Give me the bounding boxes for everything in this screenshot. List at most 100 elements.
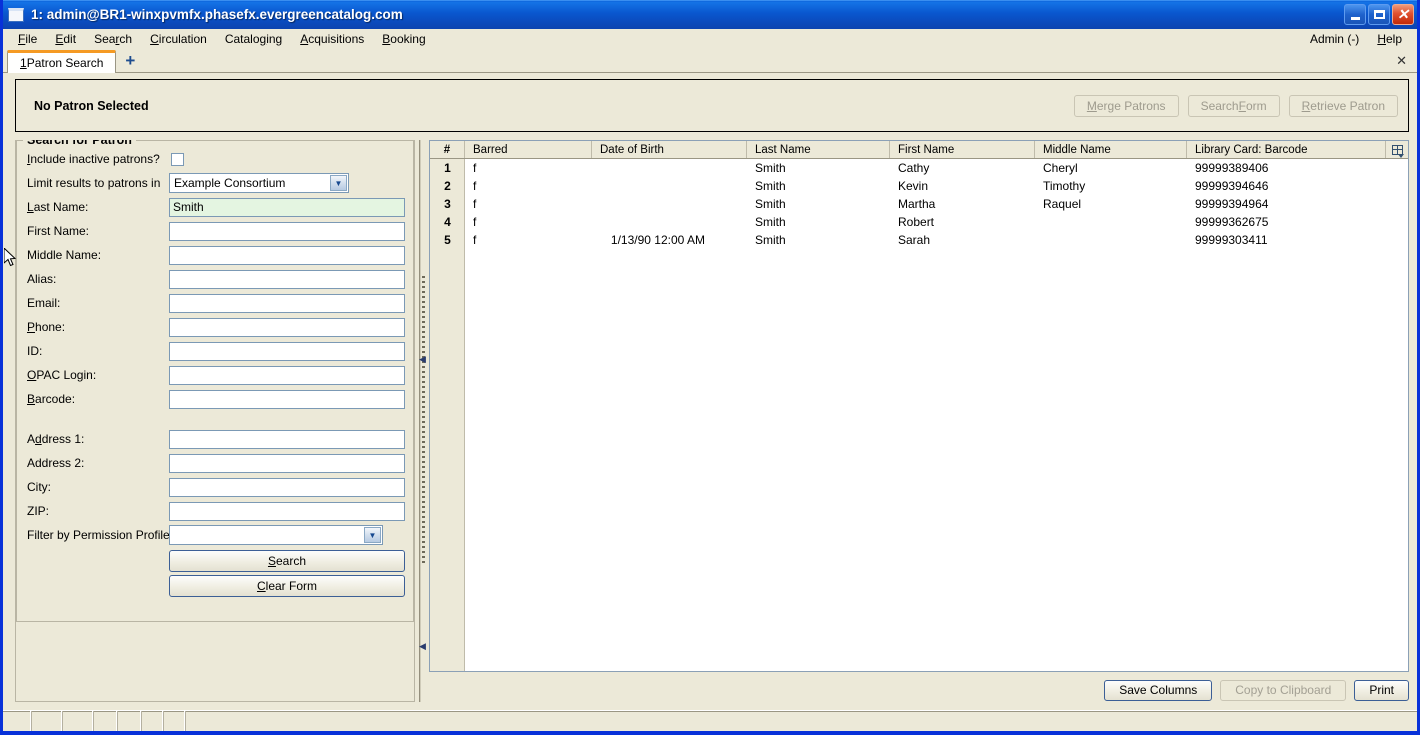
save-columns-button[interactable]: Save Columns [1104,679,1213,701]
first-name-input[interactable] [169,221,405,241]
page-content: No Patron Selected Merge Patrons Search … [3,73,1417,710]
menu-booking[interactable]: Booking [373,30,434,48]
address-1-label: Address 1: [27,432,85,446]
permission-profile-select[interactable]: ▼ [169,525,383,545]
status-segment [163,711,185,731]
caption-buttons: ✕ [1344,4,1414,25]
cell-middle-name: Cheryl [1043,161,1078,175]
table-row[interactable]: 5 f 1/13/90 12:00 AM Smith Sarah 9999930… [430,231,1408,249]
id-label: ID: [27,344,43,358]
results-grid-body: 1 f Smith Cathy Cheryl 99999389406 2 f S… [430,159,1408,671]
middle-name-input[interactable] [169,245,405,265]
clear-form-button[interactable]: Clear Form [169,575,405,597]
cell-number: 1 [444,161,451,175]
cell-number: 4 [444,215,451,229]
application-window: 1: admin@BR1-winxpvmfx.phasefx.evergreen… [0,0,1420,735]
new-tab-button[interactable]: + [116,52,144,69]
field-city: City: [27,475,405,499]
menu-cataloging[interactable]: Cataloging [216,30,291,48]
form-gap [27,411,405,427]
field-limit-results: Limit results to patrons in Example Cons… [27,171,405,195]
panel-splitter[interactable]: ◀ ◀ [415,140,429,702]
address-1-input[interactable] [169,429,405,449]
table-row[interactable]: 1 f Smith Cathy Cheryl 99999389406 [430,159,1408,177]
close-button[interactable]: ✕ [1392,4,1414,25]
opac-login-input[interactable] [169,365,405,385]
status-segment [141,711,163,731]
column-header-barred[interactable]: Barred [465,141,592,158]
cell-number: 2 [444,179,451,193]
menu-circulation[interactable]: Circulation [141,30,216,48]
column-header-date-of-birth[interactable]: Date of Birth [592,141,747,158]
tab-label: Patron Search [26,56,104,70]
status-bar [3,710,1417,731]
field-zip: ZIP: [27,499,405,523]
menu-search[interactable]: Search [85,30,141,48]
include-inactive-checkbox[interactable] [171,152,184,166]
zip-input[interactable] [169,501,405,521]
menu-help[interactable]: Help [1368,30,1411,48]
column-picker-icon[interactable] [1386,141,1408,158]
splitter-bar [419,140,421,702]
status-message-area [185,711,1417,731]
email-label: Email: [27,296,61,310]
last-name-input[interactable] [169,197,405,217]
tab-index: 1 [20,56,27,70]
search-form-button[interactable]: Search Form [1187,94,1280,117]
status-segment [3,711,31,731]
column-header-first-name[interactable]: First Name [890,141,1035,158]
table-row[interactable]: 2 f Smith Kevin Timothy 99999394646 [430,177,1408,195]
id-input[interactable] [169,341,405,361]
menu-acquisitions[interactable]: Acquisitions [291,30,373,48]
field-permission-profile: Filter by Permission Profile: ▼ [27,523,405,547]
field-phone: Phone: [27,315,405,339]
email-input[interactable] [169,293,405,313]
city-input[interactable] [169,477,405,497]
cell-barred: f [473,161,477,175]
cell-barred: f [473,197,477,211]
minimize-button[interactable] [1344,4,1366,25]
field-alias: Alias: [27,267,405,291]
barcode-input[interactable] [169,389,405,409]
copy-to-clipboard-button[interactable]: Copy to Clipboard [1220,679,1347,701]
column-header-last-name[interactable]: Last Name [747,141,890,158]
address-2-input[interactable] [169,453,405,473]
collapse-right-icon[interactable]: ◀ [418,642,427,651]
table-row[interactable]: 3 f Smith Martha Raquel 99999394964 [430,195,1408,213]
limit-results-select[interactable]: Example Consortium ▼ [169,173,349,193]
status-segment [93,711,117,731]
search-group-title: Search for Patron [23,140,136,147]
permission-profile-label: Filter by Permission Profile: [27,528,174,542]
merge-patrons-button[interactable]: Merge Patrons [1073,94,1179,117]
collapse-left-icon[interactable]: ◀ [418,355,427,364]
table-row[interactable]: 4 f Smith Robert 99999362675 [430,213,1408,231]
barcode-label: Barcode: [27,392,76,406]
search-button[interactable]: Search [169,550,405,572]
zip-label: ZIP: [27,504,50,518]
field-middle-name: Middle Name: [27,243,405,267]
status-segment [62,711,93,731]
column-header-library-card-barcode[interactable]: Library Card: Barcode [1187,141,1386,158]
tab-patron-search[interactable]: 1 Patron Search [7,50,117,73]
address-2-label: Address 2: [27,456,85,470]
print-button[interactable]: Print [1354,679,1409,701]
close-tab-icon[interactable]: ✕ [1396,53,1407,69]
status-segment [31,711,62,731]
maximize-button[interactable] [1368,4,1390,25]
column-header-number[interactable]: # [430,141,465,158]
menu-admin[interactable]: Admin (-) [1301,30,1368,48]
retrieve-patron-button[interactable]: Retrieve Patron [1288,94,1398,117]
window-client-area: File Edit Search Circulation Cataloging … [3,29,1417,731]
menu-file[interactable]: File [9,30,46,48]
middle-name-label: Middle Name: [27,248,102,262]
cell-number: 3 [444,197,451,211]
menu-edit[interactable]: Edit [46,30,85,48]
column-header-middle-name[interactable]: Middle Name [1035,141,1187,158]
results-panel: # Barred Date of Birth Last Name First N… [429,140,1409,702]
title-bar: 1: admin@BR1-winxpvmfx.phasefx.evergreen… [3,0,1417,29]
field-first-name: First Name: [27,219,405,243]
cell-library-card-barcode: 99999362675 [1195,215,1269,229]
phone-input[interactable] [169,317,405,337]
alias-input[interactable] [169,269,405,289]
splitter-grip[interactable] [421,276,425,566]
